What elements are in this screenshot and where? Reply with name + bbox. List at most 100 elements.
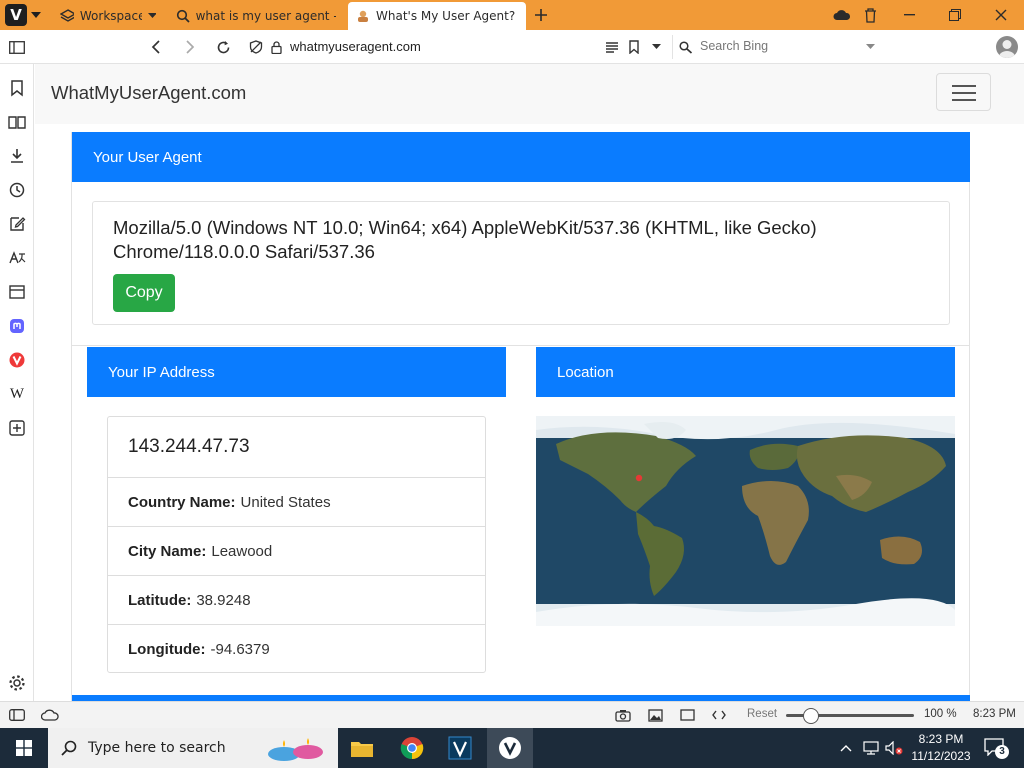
panel-toggle-icon[interactable]: [8, 39, 26, 55]
detail-label: Latitude:: [128, 591, 192, 609]
volume-muted-icon[interactable]: [884, 740, 904, 756]
list-item: Latitude: 38.9248: [108, 576, 485, 625]
search-icon: [61, 740, 77, 756]
notes-icon[interactable]: [7, 214, 27, 234]
lock-icon[interactable]: [269, 39, 283, 55]
vivaldi-taskbar-icon[interactable]: [487, 728, 533, 768]
zoom-reset-button[interactable]: Reset: [747, 708, 777, 720]
taskbar-clock[interactable]: 8:23 PM 11/12/2023: [910, 731, 972, 765]
chrome-icon[interactable]: [392, 728, 432, 768]
arrow-left-icon: [151, 40, 160, 54]
url-field[interactable]: whatmyuseragent.com: [290, 39, 421, 54]
bookmark-icon[interactable]: [626, 39, 642, 55]
chevron-down-icon[interactable]: [649, 41, 663, 53]
zoom-slider-handle[interactable]: [803, 708, 819, 724]
downloads-icon[interactable]: [7, 146, 27, 166]
panel-toggle-icon[interactable]: [8, 707, 26, 723]
tab-active[interactable]: What's My User Agent?: [348, 2, 526, 30]
tab-title: what is my user agent - Sea: [195, 9, 336, 23]
close-button[interactable]: [978, 0, 1024, 30]
status-clock: 8:23 PM: [973, 708, 1016, 720]
capture-icon[interactable]: [614, 707, 632, 723]
network-icon[interactable]: [862, 740, 880, 756]
windows-taskbar: Type here to search 8:23 PM 11/12/2023 3: [0, 728, 1024, 768]
close-icon: [995, 9, 1007, 21]
tracker-blocker-icon[interactable]: [248, 39, 264, 55]
settings-icon[interactable]: [7, 673, 27, 693]
new-tab-button[interactable]: [532, 6, 550, 24]
code-icon[interactable]: [710, 707, 728, 723]
search-placeholder: Search Bing: [700, 39, 769, 53]
notification-badge: 3: [995, 745, 1009, 759]
cloud-sync-icon[interactable]: [832, 7, 852, 23]
hamburger-icon: [952, 99, 976, 101]
hamburger-icon: [952, 92, 976, 94]
reload-button[interactable]: [214, 38, 232, 56]
workspaces-button[interactable]: Workspaces: [52, 2, 164, 30]
add-web-panel-icon[interactable]: [7, 418, 27, 438]
search-icon: [679, 41, 693, 54]
start-button[interactable]: [0, 728, 48, 768]
tab-bar: V Workspaces what is my user agent - Sea…: [0, 0, 1024, 30]
chevron-down-icon[interactable]: [30, 8, 42, 22]
window-panel-icon[interactable]: [7, 282, 27, 302]
reload-icon: [217, 40, 229, 53]
windows-logo-icon: [16, 740, 32, 756]
list-item: Country Name: United States: [108, 478, 485, 527]
detail-label: Longitude:: [128, 640, 206, 658]
search-icon: [176, 9, 190, 23]
favicon-icon: [358, 10, 368, 22]
search-field[interactable]: Search Bing: [672, 35, 882, 59]
back-button[interactable]: [146, 38, 164, 56]
ip-address-header: Your IP Address: [87, 347, 506, 397]
notifications-button[interactable]: 3: [984, 738, 1009, 759]
taskbar-search[interactable]: Type here to search: [48, 728, 338, 768]
nav-menu-toggle[interactable]: [936, 73, 991, 111]
detail-value: -94.6379: [210, 640, 270, 658]
list-item: Longitude: -94.6379: [108, 625, 485, 673]
diwali-lamps-icon: [268, 738, 323, 761]
detail-label: City Name:: [128, 542, 207, 560]
taskbar-date: 11/12/2023: [911, 749, 971, 763]
site-navbar: WhatMyUserAgent.com: [35, 64, 1024, 124]
vivaldi-snapshot-icon[interactable]: [440, 728, 480, 768]
site-brand[interactable]: WhatMyUserAgent.com: [51, 82, 246, 104]
cloud-sync-icon[interactable]: [40, 707, 60, 723]
image-toggle-icon[interactable]: [646, 707, 664, 723]
chevron-up-icon[interactable]: [838, 740, 854, 756]
bookmarks-panel-icon[interactable]: [7, 78, 27, 98]
hamburger-icon: [952, 85, 976, 87]
trash-icon[interactable]: [861, 6, 879, 24]
arrow-right-icon: [185, 40, 194, 54]
detail-value: 38.9248: [196, 591, 251, 609]
mastodon-icon[interactable]: [7, 316, 27, 336]
workspaces-label: Workspaces: [79, 9, 143, 23]
forward-button[interactable]: [181, 38, 199, 56]
minimize-icon: [903, 14, 915, 16]
page-tiling-icon[interactable]: [678, 707, 696, 723]
copy-button[interactable]: Copy: [113, 274, 175, 312]
address-toolbar: whatmyuseragent.com Search Bing: [0, 30, 1024, 64]
vivaldi-menu-button[interactable]: V: [5, 4, 27, 26]
file-explorer-icon[interactable]: [342, 728, 382, 768]
history-icon[interactable]: [7, 180, 27, 200]
detail-value: Leawood: [211, 542, 273, 560]
taskbar-time: 8:23 PM: [918, 732, 964, 746]
ip-address-row: 143.244.47.73: [108, 417, 485, 478]
web-page: WhatMyUserAgent.com Your User Agent Mozi…: [35, 64, 1024, 701]
user-icon: [999, 40, 1015, 58]
wikipedia-icon[interactable]: W: [7, 384, 27, 404]
profile-avatar[interactable]: [996, 36, 1018, 58]
browser-status-bar: Reset 100 % 8:23 PM: [0, 701, 1024, 728]
restore-icon: [949, 9, 961, 21]
translate-icon[interactable]: [7, 248, 27, 268]
reader-view-icon[interactable]: [604, 39, 620, 55]
location-map[interactable]: [536, 416, 955, 626]
restore-button[interactable]: [932, 0, 978, 30]
vivaldi-social-icon[interactable]: [7, 350, 27, 370]
location-header: Location: [536, 347, 955, 397]
reading-list-icon[interactable]: [7, 112, 27, 132]
chevron-down-icon: [148, 13, 156, 18]
minimize-button[interactable]: [886, 0, 932, 30]
tab-search[interactable]: what is my user agent - Sea: [168, 2, 344, 30]
